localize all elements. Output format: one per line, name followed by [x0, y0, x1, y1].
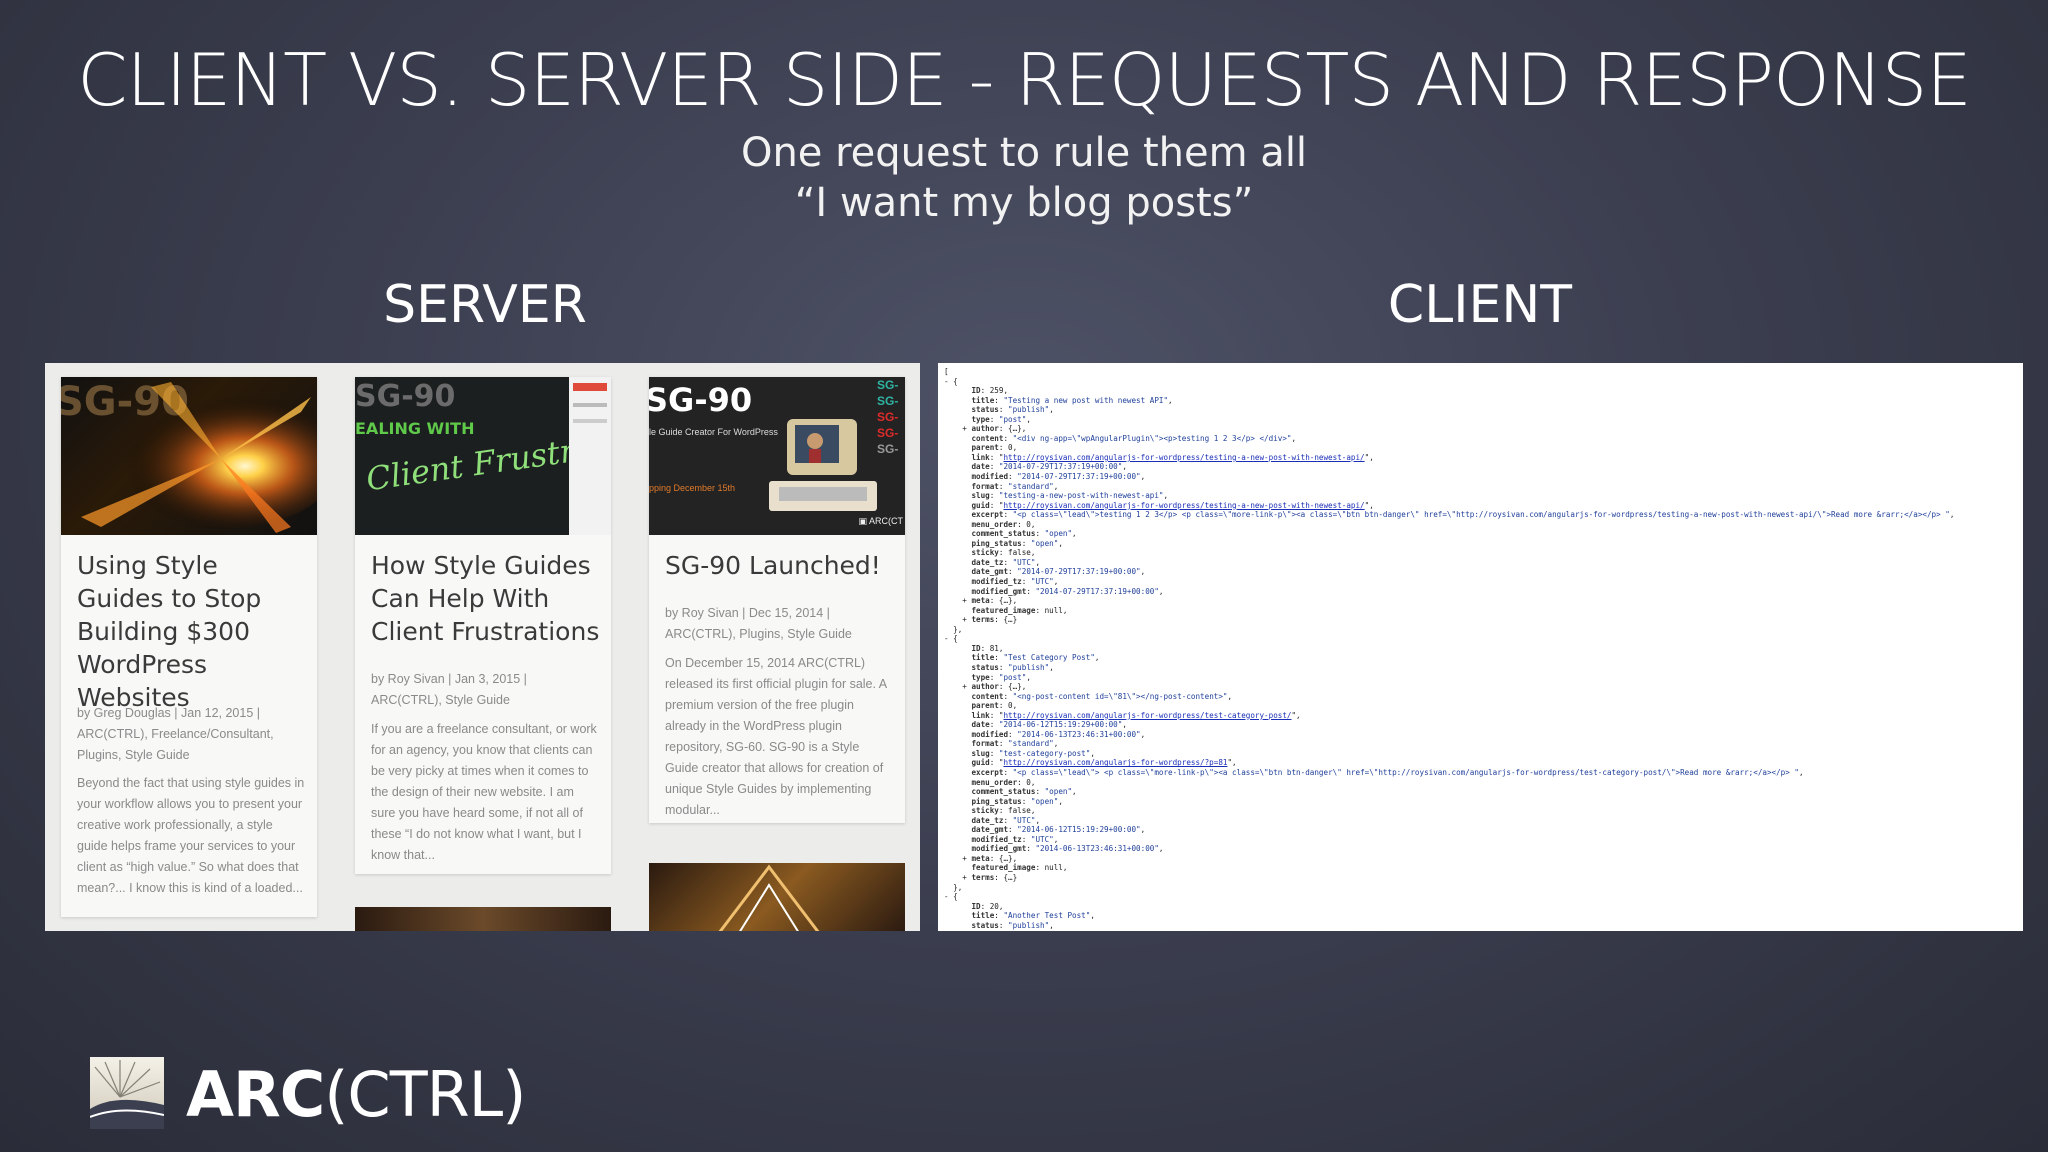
- thumb-caption: EALING WITH: [355, 419, 475, 438]
- server-rendered-page: SG-90 Using Style Guides to Stop Buildin: [45, 363, 920, 931]
- slide-title: CLIENT VS. SERVER SIDE - REQUESTS AND RE…: [77, 38, 1972, 122]
- post-meta: by Roy Sivan | Jan 3, 2015 | ARC(CTRL), …: [371, 672, 527, 707]
- post-excerpt: Beyond the fact that using style guides …: [77, 776, 305, 895]
- server-heading: SERVER: [383, 275, 587, 335]
- arc-ctrl-logo-text: ARC(CTRL): [186, 1058, 526, 1131]
- slide-subtitle-line-1: One request to rule them all: [740, 130, 1308, 176]
- post-meta: by Greg Douglas | Jan 12, 2015 | ARC(CTR…: [77, 706, 274, 762]
- next-post-thumbnail[interactable]: [355, 907, 611, 931]
- post-title[interactable]: How Style Guides Can Help With Client Fr…: [371, 549, 601, 648]
- post-thumbnail[interactable]: SG-90: [61, 377, 317, 535]
- post-meta: by Roy Sivan | Dec 15, 2014 | ARC(CTRL),…: [665, 606, 852, 641]
- blog-post-card[interactable]: SG-90 Using Style Guides to Stop Buildin: [61, 377, 317, 917]
- spark-burst-image: [81, 382, 317, 533]
- blog-post-card[interactable]: SG-90 EALING WITH Client Frustrations Ho…: [355, 377, 611, 874]
- thumb-caption: le Guide Creator For WordPress: [649, 427, 778, 437]
- blog-post-card[interactable]: SG-90 le Guide Creator For WordPress ppi…: [649, 377, 905, 823]
- post-excerpt: If you are a freelance consultant, or wo…: [371, 722, 597, 862]
- json-text: [ - { ID: 259, title: "Testing a new pos…: [944, 367, 1955, 931]
- sg90-thumb-text: SG-90: [649, 381, 753, 419]
- next-post-thumbnail[interactable]: [649, 863, 905, 931]
- post-title[interactable]: SG-90 Launched!: [665, 549, 895, 582]
- sg90-thumb-text: SG-90: [355, 379, 456, 414]
- client-heading: CLIENT: [1387, 275, 1573, 335]
- thumb-browser-mock: [569, 377, 611, 535]
- arc-ctrl-logo-mark: [90, 1057, 164, 1129]
- computer-image: [769, 419, 877, 511]
- post-title[interactable]: Using Style Guides to Stop Building $300…: [77, 549, 307, 714]
- sg-stack: SG- SG- SG- SG- SG-: [877, 378, 899, 456]
- logo-text-bold: ARC: [186, 1058, 325, 1131]
- triangle-graphic: [718, 864, 820, 931]
- post-excerpt: On December 15, 2014 ARC(CTRL) released …: [665, 656, 887, 817]
- client-json-response: [ - { ID: 259, title: "Testing a new pos…: [938, 363, 2023, 931]
- logo-text-ctrl: (CTRL): [324, 1058, 526, 1131]
- thumb-arc-mark: ▣ ARC(CT: [858, 516, 903, 526]
- thumb-shipping-note: pping December 15th: [649, 483, 736, 493]
- post-thumbnail[interactable]: SG-90 le Guide Creator For WordPress ppi…: [649, 377, 905, 535]
- slide-subtitle-line-2: “I want my blog posts”: [794, 180, 1254, 226]
- post-thumbnail[interactable]: SG-90 EALING WITH Client Frustrations: [355, 377, 611, 535]
